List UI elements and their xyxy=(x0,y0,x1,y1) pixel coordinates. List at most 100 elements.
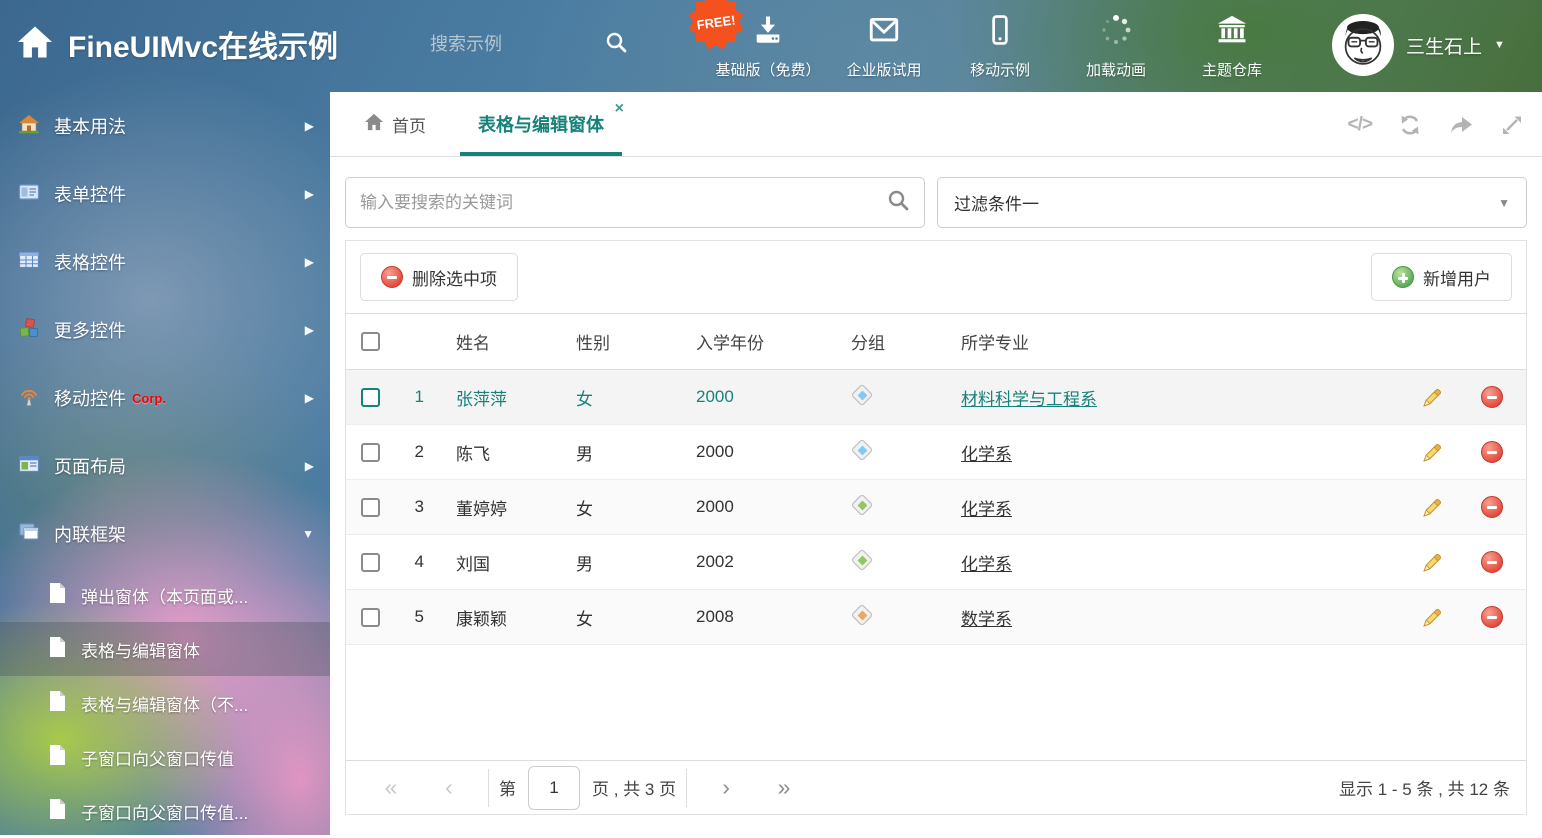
last-page-button[interactable]: » xyxy=(755,774,813,801)
delete-icon[interactable] xyxy=(1458,551,1526,573)
table-header-row: 姓名 性别 入学年份 分组 所学专业 xyxy=(346,313,1526,370)
nav-item-label: 加载动画 xyxy=(1086,59,1146,80)
cell-name: 董婷婷 xyxy=(430,495,576,520)
sidebar-subitem-grid-edit-window[interactable]: 表格与编辑窗体 xyxy=(0,622,330,676)
col-group: 分组 xyxy=(851,329,961,354)
sidebar-item-more-controls[interactable]: 更多控件 ▶ xyxy=(0,296,330,364)
tag-icon xyxy=(851,494,873,516)
nav-item-mobile-demo[interactable]: 移动示例 xyxy=(942,0,1058,92)
row-number: 3 xyxy=(394,497,430,517)
refresh-icon[interactable] xyxy=(1398,113,1422,137)
row-checkbox[interactable] xyxy=(361,553,380,572)
sidebar-subitem-label: 表格与编辑窗体 xyxy=(81,637,200,662)
select-all-checkbox[interactable] xyxy=(361,332,380,351)
sidebar-item-grid-controls[interactable]: 表格控件 ▶ xyxy=(0,228,330,296)
major-link[interactable]: 化学系 xyxy=(961,445,1012,464)
chevron-down-icon: ▼ xyxy=(302,527,314,541)
row-checkbox[interactable] xyxy=(361,498,380,517)
table-row[interactable]: 4 刘国 男 2002 化学系 xyxy=(346,535,1526,590)
delete-icon[interactable] xyxy=(1458,606,1526,628)
envelope-icon xyxy=(867,13,901,52)
filter-dropdown[interactable]: 过滤条件一 ▼ xyxy=(937,177,1527,228)
sidebar-subitem-grid-edit-window-2[interactable]: 表格与编辑窗体（不... xyxy=(0,676,330,730)
table-row[interactable]: 5 康颖颖 女 2008 数学系 xyxy=(346,590,1526,645)
table-row[interactable]: 1 张萍萍 女 2000 材料科学与工程系 xyxy=(346,370,1526,425)
chevron-right-icon: ▶ xyxy=(305,391,314,405)
major-link[interactable]: 材料科学与工程系 xyxy=(961,390,1097,409)
pagination-bar: « ‹ 第 页 , 共 3 页 › » 显示 1 - 5 条 , 共 12 条 xyxy=(346,760,1526,814)
major-link[interactable]: 数学系 xyxy=(961,610,1012,629)
user-name: 三生石上 xyxy=(1406,32,1482,59)
edit-icon[interactable] xyxy=(1406,551,1458,574)
sidebar-item-form-controls[interactable]: 表单控件 ▶ xyxy=(0,160,330,228)
filter-row: 过滤条件一 ▼ xyxy=(330,157,1542,240)
sidebar-subitem-child-to-parent[interactable]: 子窗口向父窗口传值 xyxy=(0,730,330,784)
fullscreen-icon[interactable] xyxy=(1500,113,1524,137)
edit-icon[interactable] xyxy=(1406,441,1458,464)
major-link[interactable]: 化学系 xyxy=(961,555,1012,574)
house-icon xyxy=(18,113,40,140)
free-badge: FREE! xyxy=(688,0,744,50)
cell-year: 2000 xyxy=(696,442,851,462)
row-checkbox[interactable] xyxy=(361,388,380,407)
close-icon[interactable]: × xyxy=(615,100,624,118)
sidebar-item-basic-usage[interactable]: 基本用法 ▶ xyxy=(0,92,330,160)
first-page-button[interactable]: « xyxy=(362,774,420,801)
brand[interactable]: FineUIMvc在线示例 xyxy=(16,22,338,66)
sidebar-subitem-label: 表格与编辑窗体（不... xyxy=(81,691,248,716)
edit-icon[interactable] xyxy=(1406,386,1458,409)
table-icon xyxy=(18,249,40,276)
page-suffix-label: 页 , 共 3 页 xyxy=(592,775,676,800)
page-number-input[interactable] xyxy=(528,766,580,810)
nav-item-theme-repo[interactable]: 主题仓库 xyxy=(1174,0,1290,92)
grid-panel: 删除选中项 新增用户 姓名 性别 入学年份 分组 所学专业 1 张萍萍 女 20… xyxy=(345,240,1527,815)
row-number: 5 xyxy=(394,607,430,627)
home-icon xyxy=(364,113,384,136)
edit-icon[interactable] xyxy=(1406,606,1458,629)
header-search[interactable] xyxy=(430,30,630,59)
cell-name: 陈飞 xyxy=(430,440,576,465)
sidebar-subitem-child-to-parent-2[interactable]: 子窗口向父窗口传值... xyxy=(0,784,330,838)
cell-name: 刘国 xyxy=(430,550,576,575)
divider xyxy=(488,769,489,807)
sidebar-item-iframe[interactable]: 内联框架 ▼ xyxy=(0,500,330,568)
user-menu[interactable]: 三生石上 ▼ xyxy=(1332,14,1505,76)
header-search-input[interactable] xyxy=(430,34,590,55)
next-page-button[interactable]: › xyxy=(697,774,755,801)
delete-selected-button[interactable]: 删除选中项 xyxy=(360,253,518,301)
view-source-icon[interactable]: </> xyxy=(1348,114,1372,136)
table-row[interactable]: 3 董婷婷 女 2000 化学系 xyxy=(346,480,1526,535)
nav-item-label: 移动示例 xyxy=(970,59,1030,80)
sidebar-item-label: 表单控件 xyxy=(54,181,126,207)
sidebar-subitem-popup-window[interactable]: 弹出窗体（本页面或... xyxy=(0,568,330,622)
cell-year: 2008 xyxy=(696,607,851,627)
tab-grid-edit-window[interactable]: 表格与编辑窗体 × xyxy=(460,92,622,156)
nav-item-enterprise-trial[interactable]: 企业版试用 xyxy=(826,0,942,92)
filter-dropdown-value: 过滤条件一 xyxy=(954,190,1039,215)
search-icon[interactable] xyxy=(886,188,910,217)
search-icon[interactable] xyxy=(604,30,628,59)
row-checkbox[interactable] xyxy=(361,443,380,462)
major-link[interactable]: 化学系 xyxy=(961,500,1012,519)
delete-icon[interactable] xyxy=(1458,386,1526,408)
prev-page-button[interactable]: ‹ xyxy=(420,774,478,801)
tab-home[interactable]: 首页 xyxy=(346,92,444,156)
sidebar-item-page-layout[interactable]: 页面布局 ▶ xyxy=(0,432,330,500)
keyword-search-box[interactable] xyxy=(345,177,925,228)
table-row[interactable]: 2 陈飞 男 2000 化学系 xyxy=(346,425,1526,480)
row-checkbox[interactable] xyxy=(361,608,380,627)
add-user-button[interactable]: 新增用户 xyxy=(1371,253,1512,301)
tab-label: 首页 xyxy=(392,112,426,137)
cell-name: 康颖颖 xyxy=(430,605,576,630)
keyword-search-input[interactable] xyxy=(360,193,886,213)
avatar xyxy=(1332,14,1394,76)
delete-icon[interactable] xyxy=(1458,496,1526,518)
sidebar-item-mobile-controls[interactable]: 移动控件 Corp. ▶ xyxy=(0,364,330,432)
cell-gender: 男 xyxy=(576,550,696,575)
sidebar-subitem-label: 弹出窗体（本页面或... xyxy=(81,583,248,608)
edit-icon[interactable] xyxy=(1406,496,1458,519)
delete-icon[interactable] xyxy=(1458,441,1526,463)
nav-item-loading-animation[interactable]: 加载动画 xyxy=(1058,0,1174,92)
open-in-new-icon[interactable] xyxy=(1448,113,1474,137)
tab-bar: 首页 表格与编辑窗体 × </> xyxy=(330,92,1542,157)
